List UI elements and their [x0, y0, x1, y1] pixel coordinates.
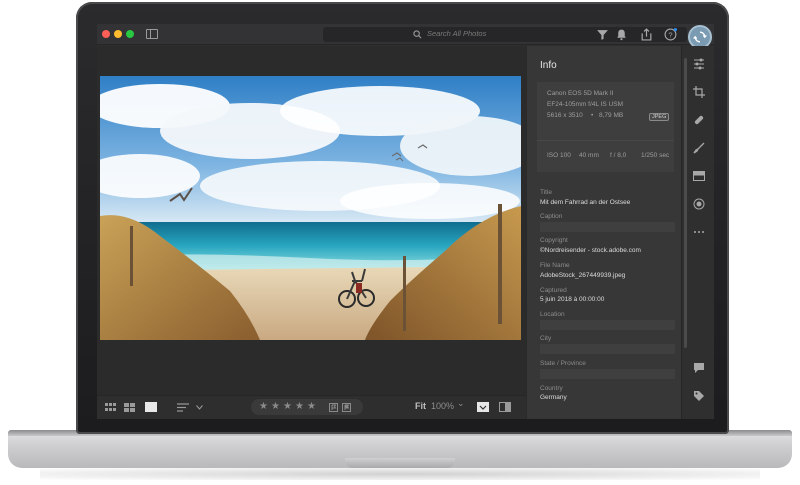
svg-text:?: ? — [668, 30, 672, 39]
iso-value: ISO 100 — [547, 152, 571, 159]
close-window-button[interactable] — [102, 30, 110, 38]
beach-photo[interactable] — [100, 76, 521, 340]
star-5-icon[interactable]: ★ — [307, 401, 316, 412]
copyright-label: Copyright — [540, 237, 568, 244]
info-panel: Info Canon EOS 5D Mark II EF24-105mm f/4… — [526, 46, 681, 419]
star-1-icon[interactable]: ★ — [259, 401, 268, 412]
flag-pick-icon[interactable] — [329, 403, 338, 412]
country-label: Country — [540, 385, 563, 392]
captured-label: Captured — [540, 287, 567, 294]
info-panel-title: Info — [540, 60, 557, 71]
help-icon[interactable]: ? — [664, 28, 677, 41]
zoom-chevron-down-icon[interactable]: ⌄ — [457, 398, 465, 409]
compare-view-icon[interactable] — [477, 402, 489, 412]
location-label: Location — [540, 311, 565, 318]
format-badge: JPEG — [649, 113, 670, 121]
cloud-sync-icon — [693, 31, 707, 43]
caption-label: Caption — [540, 213, 563, 220]
more-icon[interactable] — [693, 226, 705, 238]
share-icon[interactable] — [640, 28, 653, 41]
exif-summary: Canon EOS 5D Mark II EF24-105mm f/4L IS … — [537, 82, 674, 172]
comment-icon[interactable] — [693, 362, 705, 374]
aperture-value: f / 8,0 — [610, 152, 627, 159]
app-window: Search All Photos ? ★ ★ ★ ★ ★ Fit 100% ⌄… — [97, 24, 714, 419]
edit-sliders-icon[interactable] — [693, 58, 705, 70]
separator-dot: • — [591, 112, 594, 119]
lens-model: EF24-105mm f/4L IS USM — [547, 101, 623, 108]
search-icon — [413, 30, 422, 39]
search-placeholder: Search All Photos — [427, 29, 487, 38]
bell-icon[interactable] — [615, 28, 628, 41]
focal-length-value: 40 mm — [579, 152, 599, 159]
country-field[interactable]: Germany — [540, 394, 567, 401]
shutter-value: 1/250 sec — [641, 152, 670, 159]
right-tool-strip — [681, 46, 714, 419]
maximize-window-button[interactable] — [126, 30, 134, 38]
star-rating[interactable]: ★ ★ ★ ★ ★ — [251, 399, 363, 415]
info-panel-scrollbar[interactable] — [684, 58, 687, 348]
zoom-100-button[interactable]: 100% — [431, 401, 454, 411]
keyword-tag-icon[interactable] — [693, 390, 705, 402]
laptop-notch — [345, 458, 455, 468]
title-bar: Search All Photos ? — [97, 24, 714, 49]
minimize-window-button[interactable] — [114, 30, 122, 38]
state-label: State / Province — [540, 360, 586, 367]
state-field[interactable] — [540, 369, 675, 379]
camera-model: Canon EOS 5D Mark II — [547, 90, 614, 97]
filename-value: AdobeStock_267449939.jpeg — [540, 272, 626, 279]
flag-reject-icon[interactable] — [342, 403, 351, 412]
gradient-icon[interactable] — [693, 170, 705, 182]
star-4-icon[interactable]: ★ — [295, 401, 304, 412]
file-size: 8,79 MB — [599, 112, 624, 119]
grid-view-icon[interactable] — [105, 403, 116, 412]
fit-zoom-button[interactable]: Fit — [415, 401, 426, 411]
exif-stats: ISO 100 40 mm f / 8,0 1/250 sec — [537, 140, 674, 172]
search-bar[interactable]: Search All Photos — [323, 27, 687, 42]
caption-field[interactable] — [540, 222, 675, 232]
sidebar-toggle-icon[interactable] — [146, 29, 158, 39]
before-after-icon[interactable] — [499, 402, 511, 412]
healing-icon[interactable] — [693, 114, 705, 126]
square-grid-view-icon[interactable] — [124, 403, 135, 412]
photo-viewer — [97, 46, 526, 395]
filename-label: File Name — [540, 262, 570, 269]
detail-view-icon[interactable] — [145, 402, 157, 412]
star-3-icon[interactable]: ★ — [283, 401, 292, 412]
laptop-shadow — [40, 468, 760, 480]
title-label: Title — [540, 189, 553, 196]
star-2-icon[interactable]: ★ — [271, 401, 280, 412]
image-dimensions: 5616 x 3510 — [547, 112, 583, 119]
bottom-toolbar: ★ ★ ★ ★ ★ Fit 100% ⌄ — [97, 395, 526, 419]
city-field[interactable] — [540, 344, 675, 354]
brush-icon[interactable] — [693, 142, 705, 154]
filter-icon[interactable] — [596, 28, 609, 41]
captured-value[interactable]: 5 juin 2018 à 00:00:00 — [540, 296, 604, 303]
city-label: City — [540, 335, 552, 342]
sort-icon[interactable] — [177, 403, 189, 412]
location-field[interactable] — [540, 320, 675, 330]
crop-icon[interactable] — [693, 86, 705, 98]
sort-chevron-down-icon[interactable] — [196, 405, 203, 410]
copyright-field[interactable]: ©Nordreisender - stock.adobe.com — [540, 247, 641, 254]
title-field[interactable]: Mit dem Fahrrad an der Ostsee — [540, 199, 630, 206]
radial-icon[interactable] — [693, 198, 705, 210]
